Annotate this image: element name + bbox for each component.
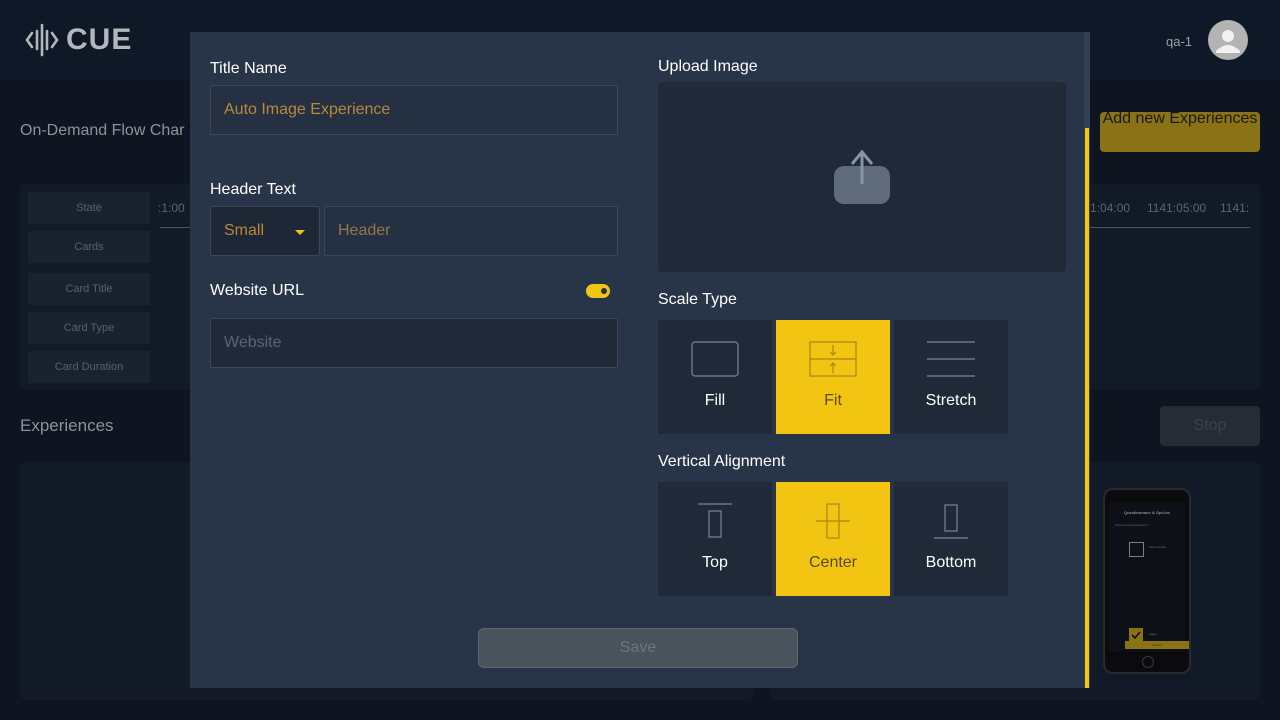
scale-fit-option[interactable]: Fit [776,320,890,434]
check-icon [1131,631,1141,640]
flow-chart-title: On-Demand Flow Char [20,122,185,139]
align-top-icon [698,503,732,538]
user-icon [1216,30,1240,53]
phone-submit-bar: Submit [1125,641,1189,649]
add-experience-button[interactable]: Add new Experiences [1100,112,1260,152]
avatar[interactable] [1208,20,1248,60]
fit-icon [809,341,857,377]
toggle-knob [601,288,607,294]
modal-scrollbar-thumb[interactable] [1085,128,1089,688]
phone-subtitle: Select Content Question * [1115,523,1150,527]
timeline-tick: 1141:05:00 [1147,201,1207,215]
website-url-label: Website URL [210,282,304,299]
align-bottom-option[interactable]: Bottom [894,482,1008,596]
row-label-state: State [28,192,150,224]
align-bottom-label: Bottom [925,554,977,571]
scale-type-label: Scale Type [658,291,737,308]
align-top-label: Top [702,554,728,571]
logo-text: CUE [66,23,133,56]
website-url-input[interactable]: Website [210,318,618,368]
align-center-option[interactable]: Center [776,482,890,596]
row-label-card-title: Card Title [28,273,150,305]
title-name-input[interactable]: Auto Image Experience [210,85,618,135]
scale-stretch-option[interactable]: Stretch [894,320,1008,434]
align-center-label: Center [808,554,858,571]
timeline-axis [1090,227,1250,228]
upload-image-label: Upload Image [658,58,758,75]
scale-fill-label: Fill [704,392,726,409]
timeline-tick: :1:00 [158,201,185,215]
timeline-axis [160,227,190,228]
align-bottom-icon [934,504,968,539]
phone-home-button [1142,656,1154,668]
phone-checkbox [1129,542,1144,557]
row-label-card-type: Card Type [28,312,150,344]
phone-title: Questionnaire & Opt-ins [1123,510,1170,515]
logo-waveform-icon [25,23,59,57]
chevron-down-icon [295,230,305,235]
stretch-icon [927,341,975,377]
header-text-input[interactable]: Header [324,206,618,256]
phone-option-label: Some choice [1149,545,1167,549]
phone-checked-label: Agree [1149,632,1158,636]
align-top-option[interactable]: Top [658,482,772,596]
stop-button[interactable]: Stop [1160,406,1260,446]
scale-stretch-label: Stretch [925,392,977,409]
app-logo[interactable]: CUE [24,22,132,58]
scale-fill-option[interactable]: Fill [658,320,772,434]
scale-fit-label: Fit [824,392,842,409]
fill-icon [691,341,739,377]
upload-image-dropzone[interactable] [658,82,1066,272]
title-name-label: Title Name [210,60,287,77]
align-center-icon [816,503,850,539]
header-text-label: Header Text [210,181,296,198]
experiences-title: Experiences [20,416,114,435]
website-url-toggle[interactable] [586,284,610,298]
timeline-tick: 1141:( [1220,201,1250,215]
vertical-alignment-label: Vertical Alignment [658,453,786,470]
phone-checked-box [1129,628,1143,642]
phone-preview: Questionnaire & Opt-ins Select Content Q… [1103,488,1191,674]
header-size-select[interactable]: Small [210,206,320,256]
save-button[interactable]: Save [478,628,798,668]
row-label-card-duration: Card Duration [28,351,150,383]
upload-icon [834,149,890,204]
row-label-cards: Cards [28,231,150,263]
timeline-tick: 1:04:00 [1090,201,1131,215]
user-name[interactable]: qa-1 [1166,34,1192,49]
phone-screen: Questionnaire & Opt-ins Select Content Q… [1109,502,1189,652]
